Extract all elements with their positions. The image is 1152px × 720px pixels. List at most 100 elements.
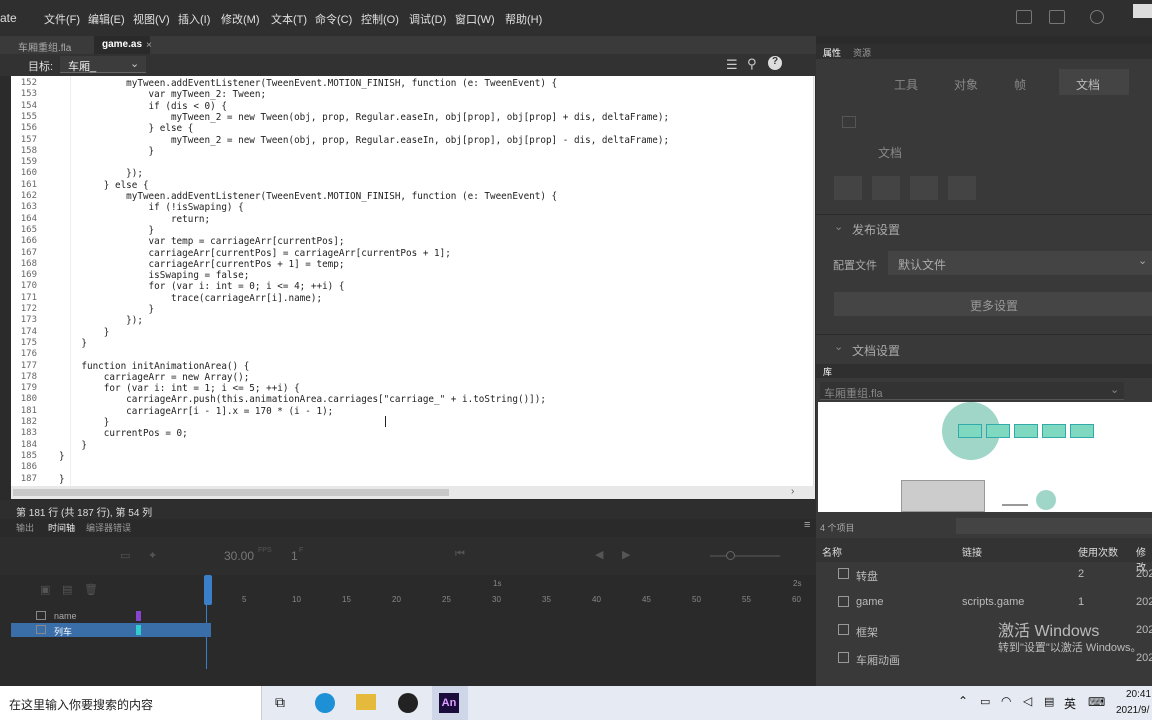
window-control-icon[interactable] <box>1133 4 1152 18</box>
code-line[interactable]: function initAnimationArea() { <box>59 361 249 372</box>
code-line[interactable]: } <box>59 417 110 428</box>
tab-properties[interactable]: 属性 <box>823 46 841 59</box>
battery-icon[interactable]: ▭ <box>980 695 990 708</box>
chevron-down-icon[interactable]: ⌄ <box>834 340 843 353</box>
publish-settings-heading[interactable]: 发布设置 <box>852 221 900 238</box>
menu-text[interactable]: 文本(T) <box>271 11 307 27</box>
first-frame-icon[interactable]: ⏮ <box>455 548 465 561</box>
code-line[interactable]: carriageArr[i - 1].x = 170 * (i - 1); <box>59 406 333 417</box>
close-tab-icon[interactable]: × <box>146 40 152 51</box>
code-line[interactable]: } <box>59 146 155 157</box>
library-file-select[interactable]: 车厢重组.fla ⌄ <box>820 382 1124 400</box>
menu-modify[interactable]: 修改(M) <box>221 11 260 27</box>
code-line[interactable]: }); <box>59 315 143 326</box>
code-line[interactable]: myTween.addEventListener(TweenEvent.MOTI… <box>59 191 557 202</box>
step-back-icon[interactable]: ◀ <box>595 548 603 561</box>
code-line[interactable]: } <box>59 225 155 236</box>
format-code-icon[interactable]: ☰ <box>726 57 738 73</box>
column-name[interactable]: 名称 <box>822 544 842 559</box>
menu-file[interactable]: 文件(F) <box>44 11 80 27</box>
pen-icon[interactable]: ▤ <box>1044 695 1054 708</box>
code-line[interactable]: } <box>59 451 65 462</box>
code-line[interactable]: for (var i: int = 0; i <= 4; ++i) { <box>59 281 345 292</box>
obs-icon[interactable] <box>398 693 418 713</box>
zoom-slider-knob[interactable] <box>726 551 735 560</box>
subtab-object[interactable]: 对象 <box>954 76 978 93</box>
menu-command[interactable]: 命令(C) <box>315 11 352 27</box>
library-item[interactable]: game scripts.game 1 202 <box>816 590 1152 616</box>
code-line[interactable]: } else { <box>59 180 149 191</box>
menu-insert[interactable]: 插入(I) <box>178 11 210 27</box>
scroll-right-icon[interactable]: › <box>791 486 794 497</box>
code-line[interactable]: myTween_2 = new Tween(obj, prop, Regular… <box>59 135 669 146</box>
search-icon[interactable]: ⚲ <box>747 56 757 72</box>
library-search-input[interactable] <box>956 518 1152 534</box>
code-line[interactable]: } <box>59 304 155 315</box>
code-line[interactable]: if (dis < 0) { <box>59 101 227 112</box>
frame-value[interactable]: 1 <box>291 549 298 563</box>
menu-debug[interactable]: 调试(D) <box>409 11 446 27</box>
keyboard-icon[interactable]: ⌨ <box>1088 695 1105 709</box>
volume-icon[interactable]: ◁ <box>1023 694 1032 708</box>
column-linkage[interactable]: 链接 <box>962 544 982 559</box>
edge-icon[interactable] <box>315 693 335 713</box>
tab-output[interactable]: 输出 <box>16 521 34 534</box>
code-line[interactable]: carriageArr = new Array(); <box>59 372 250 383</box>
tab-assets[interactable]: 资源 <box>853 46 871 59</box>
zoom-slider[interactable] <box>710 555 780 557</box>
code-line[interactable]: if (!isSwaping) { <box>59 202 244 213</box>
code-line[interactable]: carriageArr[currentPos] = carriageArr[cu… <box>59 248 451 259</box>
code-line[interactable]: var myTween_2: Tween; <box>59 89 267 100</box>
clock-date[interactable]: 2021/9/ <box>1116 705 1149 716</box>
ime-indicator[interactable]: 英 <box>1064 695 1076 712</box>
more-settings-button[interactable]: 更多设置 <box>834 292 1152 316</box>
layer-color-swatch[interactable] <box>136 611 141 621</box>
code-line[interactable]: } else { <box>59 123 194 134</box>
chevron-down-icon[interactable]: ⌄ <box>834 220 843 233</box>
clock-time[interactable]: 20:41 <box>1126 689 1151 700</box>
profile-select[interactable]: 默认文件 ⌄ <box>888 251 1152 275</box>
task-view-icon[interactable]: ⧉ <box>275 694 285 711</box>
code-line[interactable]: currentPos = 0; <box>59 428 188 439</box>
align-icon[interactable] <box>872 176 900 200</box>
subtab-tool[interactable]: 工具 <box>894 76 918 93</box>
code-line[interactable]: } <box>59 440 87 451</box>
code-line[interactable]: myTween_2 = new Tween(obj, prop, Regular… <box>59 112 669 123</box>
code-line[interactable]: } <box>59 474 65 485</box>
magnet-icon[interactable] <box>834 176 862 200</box>
panel-menu-icon[interactable]: ≡ <box>804 519 810 531</box>
code-line[interactable]: myTween.addEventListener(TweenEvent.MOTI… <box>59 78 557 89</box>
help-icon[interactable]: ? <box>768 56 782 70</box>
tab-compiler-errors[interactable]: 编译器错误 <box>86 521 131 534</box>
menu-window[interactable]: 窗口(W) <box>455 11 495 27</box>
code-line[interactable]: } <box>59 338 87 349</box>
wifi-icon[interactable]: ◠ <box>1001 694 1011 708</box>
crop-icon[interactable] <box>910 176 938 200</box>
library-item[interactable]: 转盘 2 202 <box>816 562 1152 588</box>
subtab-frame[interactable]: 帧 <box>1014 76 1026 93</box>
lock-icon[interactable] <box>948 176 976 200</box>
pin-icon[interactable]: ✦ <box>148 549 157 562</box>
code-line[interactable]: carriageArr.push(this.animationArea.carr… <box>59 394 546 405</box>
tab-fla[interactable]: 车厢重组.fla <box>10 36 79 54</box>
timeline-layer[interactable]: 列车 <box>11 623 211 637</box>
target-select[interactable]: 车厢_ ⌄ <box>60 56 146 73</box>
animate-taskbar-button[interactable]: An <box>432 686 468 720</box>
code-line[interactable]: for (var i: int = 1; i <= 5; ++i) { <box>59 383 300 394</box>
menu-edit[interactable]: 编辑(E) <box>88 11 125 27</box>
tab-game-as[interactable]: game.as <box>94 36 151 54</box>
subtab-document[interactable]: 文档 <box>1076 76 1100 93</box>
fps-value[interactable]: 30.00 <box>224 549 254 563</box>
vertical-scrollbar[interactable] <box>813 76 815 486</box>
workspace-icon[interactable] <box>1049 10 1065 24</box>
timeline-layer[interactable]: name <box>11 609 211 623</box>
code-line[interactable]: }); <box>59 168 143 179</box>
code-editor[interactable]: 152 153 154 155 156 157 158 159 160 161 162 163 164 1… <box>11 76 815 486</box>
code-line[interactable]: return; <box>59 214 210 225</box>
menu-help[interactable]: 帮助(H) <box>505 11 542 27</box>
menu-view[interactable]: 视图(V) <box>133 11 170 27</box>
taskbar-search[interactable]: 在这里输入你要搜索的内容 <box>0 686 262 720</box>
code-line[interactable]: } <box>59 327 110 338</box>
horizontal-scroll-thumb[interactable] <box>13 489 449 496</box>
tab-timeline[interactable]: 时间轴 <box>48 521 75 534</box>
